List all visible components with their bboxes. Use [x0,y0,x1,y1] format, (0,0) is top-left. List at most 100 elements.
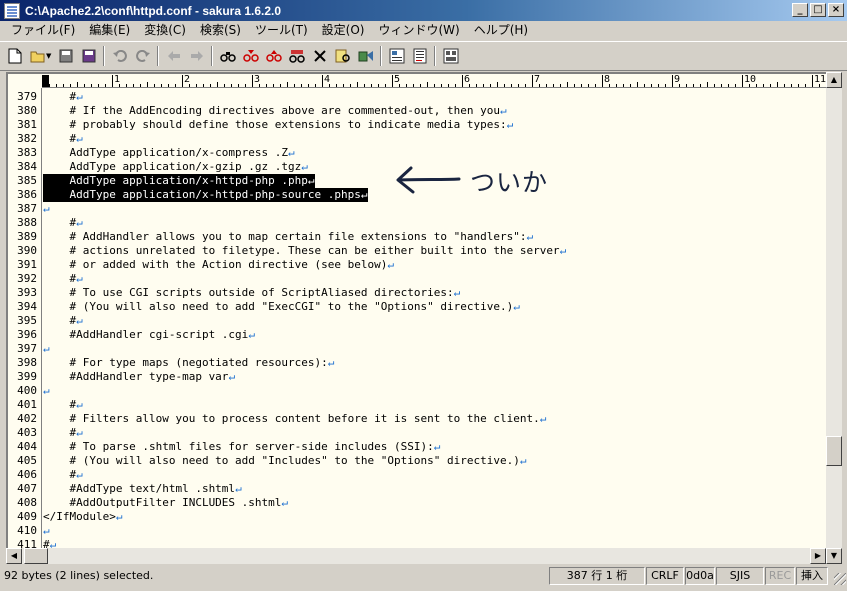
vertical-scrollbar[interactable]: ▲ ▼ [826,72,842,564]
code-line[interactable]: #↵ [43,314,82,328]
replace-icon[interactable] [285,45,308,67]
code-line[interactable]: #↵ [43,468,82,482]
function-list-icon[interactable] [408,45,431,67]
save-icon[interactable] [54,45,77,67]
tag-jump-icon[interactable] [354,45,377,67]
code-line[interactable]: #AddHandler cgi-script .cgi↵ [43,328,254,342]
jump-back-icon[interactable] [162,45,185,67]
code-line[interactable]: ↵ [43,202,50,216]
code-line[interactable]: # AddHandler allows you to map certain f… [43,230,533,244]
line-number: 392 [17,272,37,285]
code-line[interactable]: #↵ [43,132,82,146]
search-icon[interactable] [216,45,239,67]
editor-pane[interactable]: 1 2 3 4 5 6 7 8 9 10 11 379 380 381 382 383 384 385 386 38… [6,72,840,564]
line-number: 406 [17,468,37,481]
macro-record-indicator[interactable]: REC [765,567,795,585]
horizontal-scroll-thumb[interactable] [24,548,48,564]
grep-icon[interactable] [331,45,354,67]
line-number: 390 [17,244,37,257]
code-line[interactable]: ↵ [43,524,50,538]
line-end-mark: ↵ [43,342,50,355]
vertical-scroll-thumb[interactable] [826,436,842,466]
search-down-icon[interactable] [239,45,262,67]
settings-sheet-icon[interactable] [439,45,462,67]
outline-icon[interactable] [385,45,408,67]
line-ending[interactable]: CRLF [646,567,684,585]
minimize-button[interactable]: _ [792,3,808,17]
open-dropdown-icon[interactable]: ▼ [46,52,54,60]
horizontal-scrollbar[interactable]: ◀ ▶ [6,548,826,564]
ruler-label: 1 [114,74,121,85]
jump-forward-icon[interactable] [185,45,208,67]
close-button[interactable]: × [828,3,844,17]
encoding[interactable]: SJIS [716,567,764,585]
line-number: 405 [17,454,37,467]
ruler-tick [735,84,736,87]
text-area[interactable]: #↵ # If the AddEncoding directives above… [43,88,833,550]
scroll-up-button[interactable]: ▲ [826,72,842,88]
clear-marks-icon[interactable] [308,45,331,67]
code-line[interactable]: # or added with the Action directive (se… [43,258,394,272]
resize-grip[interactable] [834,573,846,585]
menu-tools[interactable]: ツール(T) [248,21,315,40]
app-icon[interactable] [4,2,20,19]
ruler-tick [770,84,771,87]
code-line[interactable]: # (You will also need to add "Includes" … [43,454,526,468]
ruler-tick [371,84,372,87]
menu-help[interactable]: ヘルプ(H) [467,21,535,40]
code-line[interactable]: #AddHandler type-map var↵ [43,370,235,384]
menu-convert[interactable]: 変換(C) [137,21,193,40]
code-line[interactable]: #↵ [43,272,82,286]
line-end-mark: ↵ [519,454,527,467]
save-all-icon[interactable] [77,45,100,67]
scroll-right-button[interactable]: ▶ [810,548,826,564]
code-line[interactable]: # If the AddEncoding directives above ar… [43,104,506,118]
insert-mode[interactable]: 挿入 [796,567,828,585]
code-line[interactable]: #↵ [43,398,82,412]
code-line[interactable]: # (You will also need to add "ExecCGI" t… [43,300,519,314]
ruler-tick [756,84,757,87]
code-line[interactable]: #AddOutputFilter INCLUDES .shtml↵ [43,496,288,510]
redo-icon[interactable] [131,45,154,67]
line-number: 385 [17,174,37,187]
ruler-tick [448,84,449,87]
code-line[interactable]: #↵ [43,90,82,104]
menu-edit[interactable]: 編集(E) [82,21,137,40]
code-line[interactable]: # probably should define those extension… [43,118,513,132]
ruler-tick [70,84,71,87]
maximize-button[interactable]: □ [810,3,826,17]
ruler-tick [63,84,64,87]
menu-window[interactable]: ウィンドウ(W) [371,21,466,40]
code-line[interactable]: # For type maps (negotiated resources):↵ [43,356,334,370]
code-line[interactable]: #AddType text/html .shtml↵ [43,482,241,496]
undo-icon[interactable] [108,45,131,67]
line-number-gutter[interactable]: 379 380 381 382 383 384 385 386 387 388 389 390 391 3… [8,88,42,563]
ruler-caret-marker [42,75,49,87]
column-ruler[interactable]: 1 2 3 4 5 6 7 8 9 10 11 [42,74,832,88]
code-line[interactable]: # Filters allow you to process content b… [43,412,546,426]
code-line[interactable]: </IfModule>↵ [43,510,122,524]
cursor-position[interactable]: 387 行 1 桁 [549,567,645,585]
menu-file[interactable]: ファイル(F) [4,21,82,40]
title-bar[interactable]: C:\Apache2.2\conf\httpd.conf - sakura 1.… [0,0,847,21]
ruler-label: 5 [394,74,401,85]
scroll-left-button[interactable]: ◀ [6,548,22,564]
code-line[interactable]: AddType application/x-compress .Z↵ [43,146,294,160]
code-line[interactable]: AddType application/x-gzip .gz .tgz↵ [43,160,307,174]
code-line[interactable]: #↵ [43,216,82,230]
new-file-icon[interactable] [3,45,26,67]
code-line[interactable]: #↵ [43,426,82,440]
search-up-icon[interactable] [262,45,285,67]
code-line[interactable]: ↵ [43,342,50,356]
code-line[interactable]: # To parse .shtml files for server-side … [43,440,440,454]
code-line[interactable]: # actions unrelated to filetype. These c… [43,244,566,258]
annotation-text: ついか [470,168,549,197]
menu-search[interactable]: 検索(S) [193,21,248,40]
ruler-tick [518,84,519,87]
menu-settings[interactable]: 設定(O) [315,21,372,40]
selected-code-line[interactable]: AddType application/x-httpd-php-source .… [43,188,368,202]
code-line[interactable]: ↵ [43,384,50,398]
selected-code-line[interactable]: AddType application/x-httpd-php .php↵ [43,174,315,188]
scroll-down-button[interactable]: ▼ [826,548,842,564]
code-line[interactable]: # To use CGI scripts outside of ScriptAl… [43,286,460,300]
